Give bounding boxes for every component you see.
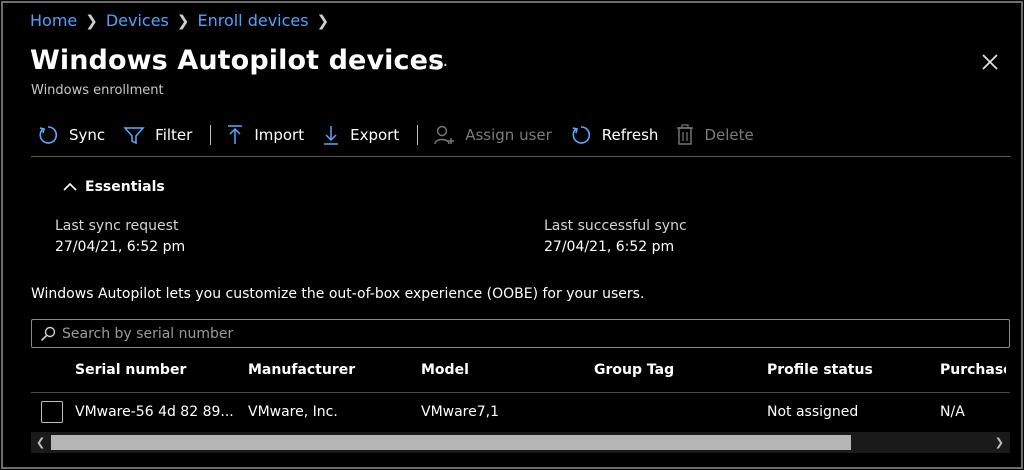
filter-icon (123, 127, 145, 145)
chevron-up-icon (63, 182, 77, 191)
column-header-profile-status[interactable]: Profile status (767, 362, 873, 378)
scrollbar-thumb[interactable] (51, 435, 851, 450)
breadcrumb: Home ❯ Devices ❯ Enroll devices ❯ (30, 11, 337, 30)
column-header-group-tag[interactable]: Group Tag (594, 362, 674, 378)
chevron-right-icon: ❯ (316, 11, 330, 30)
filter-label: Filter (155, 126, 193, 144)
assign-user-label: Assign user (465, 126, 552, 144)
column-header-purchase[interactable]: Purchase (940, 362, 1006, 378)
command-bar: Sync Filter Import Export Assign user Re… (37, 121, 772, 149)
trash-icon (677, 124, 694, 145)
page-title: Windows Autopilot devices (30, 45, 445, 76)
last-successful-sync-label: Last successful sync (544, 218, 687, 234)
search-icon (40, 326, 56, 341)
refresh-button[interactable]: Refresh (570, 124, 659, 146)
download-icon (324, 126, 339, 145)
sync-button[interactable]: Sync (37, 124, 105, 146)
cell-manufacturer: VMware, Inc. (248, 404, 338, 420)
export-button[interactable]: Export (322, 124, 399, 146)
add-user-icon (434, 125, 455, 145)
sync-label: Sync (69, 126, 106, 144)
table-header-divider (31, 392, 1010, 393)
sync-icon (39, 126, 58, 144)
refresh-label: Refresh (601, 126, 659, 144)
delete-label: Delete (704, 126, 754, 144)
cell-serial-number[interactable]: VMware-56 4d 82 89... (75, 404, 234, 420)
last-sync-request-label: Last sync request (55, 218, 179, 234)
toolbar-divider (417, 125, 419, 145)
column-header-manufacturer[interactable]: Manufacturer (248, 362, 355, 378)
search-input[interactable] (62, 325, 962, 342)
import-button[interactable]: Import (226, 124, 304, 146)
close-icon[interactable] (979, 51, 1001, 73)
blade-panel: Home ❯ Devices ❯ Enroll devices ❯ Window… (1, 1, 1023, 469)
column-header-model[interactable]: Model (421, 362, 469, 378)
export-label: Export (350, 126, 400, 144)
import-label: Import (254, 126, 305, 144)
more-options-button[interactable]: ··· (429, 55, 449, 76)
scroll-right-icon[interactable]: ❯ (995, 436, 1004, 449)
column-header-serial-number[interactable]: Serial number (75, 362, 186, 378)
assign-user-button[interactable]: Assign user (433, 124, 552, 146)
refresh-icon (572, 126, 590, 144)
horizontal-scrollbar[interactable]: ❮ ❯ (31, 432, 1010, 453)
cell-profile-status: Not assigned (767, 404, 859, 420)
last-successful-sync-value: 27/04/21, 6:52 pm (544, 239, 675, 255)
search-box (31, 319, 1010, 348)
toolbar-divider-line (31, 156, 1011, 157)
breadcrumb-enroll-devices[interactable]: Enroll devices (197, 11, 308, 30)
essentials-toggle[interactable]: Essentials (63, 179, 165, 195)
cell-model: VMware7,1 (421, 404, 500, 420)
breadcrumb-home[interactable]: Home (30, 11, 77, 30)
filter-button[interactable]: Filter (123, 125, 192, 145)
upload-icon (228, 125, 243, 144)
scroll-left-icon[interactable]: ❮ (36, 436, 45, 449)
page-subtitle: Windows enrollment (31, 83, 164, 98)
essentials-label: Essentials (85, 179, 165, 195)
breadcrumb-devices[interactable]: Devices (106, 11, 169, 30)
chevron-right-icon: ❯ (176, 11, 190, 30)
cell-purchase: N/A (940, 404, 965, 420)
delete-button[interactable]: Delete (676, 124, 754, 146)
chevron-right-icon: ❯ (85, 11, 98, 30)
toolbar-divider (210, 125, 212, 145)
info-text: Windows Autopilot lets you customize the… (31, 286, 645, 302)
row-select-checkbox[interactable] (41, 401, 63, 423)
last-sync-request-value: 27/04/21, 6:52 pm (55, 239, 186, 255)
